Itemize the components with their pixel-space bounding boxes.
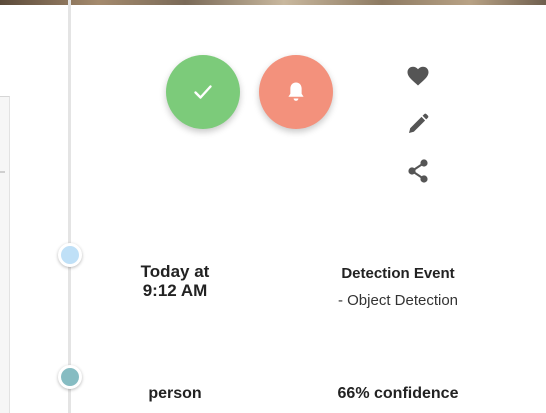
heart-icon (406, 65, 430, 92)
timeline-dot-detection (58, 365, 82, 389)
edit-button[interactable] (402, 110, 434, 142)
detection-label: person (148, 385, 202, 402)
event-time: Today at 9:12 AM (140, 262, 210, 300)
event-title: Detection Event (341, 265, 455, 282)
check-icon (191, 80, 215, 104)
timeline-line (68, 0, 71, 413)
photo-preview-edge (0, 0, 546, 5)
bell-icon (283, 79, 309, 105)
timeline-dot-event (58, 243, 82, 267)
pencil-icon (406, 112, 430, 141)
favorite-button[interactable] (402, 62, 434, 94)
side-panel-divider (0, 171, 5, 173)
share-button[interactable] (402, 157, 434, 189)
side-panel (0, 96, 10, 413)
event-subtitle: - Object Detection (337, 292, 459, 309)
approve-button[interactable] (166, 55, 240, 129)
detection-confidence: 66% confidence (337, 385, 459, 402)
alert-button[interactable] (259, 55, 333, 129)
share-icon (406, 158, 430, 189)
